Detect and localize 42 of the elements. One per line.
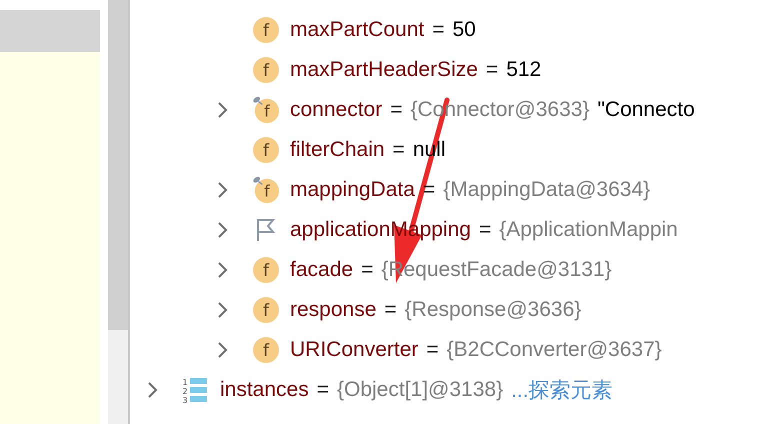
expand-chevron-icon[interactable] [217, 101, 229, 119]
equals-sign: = [426, 338, 439, 362]
object-reference: {Response@3636} [404, 298, 582, 322]
flag-icon [256, 218, 276, 242]
expand-chevron-icon[interactable] [147, 381, 159, 399]
object-reference: {B2CConverter@3637} [446, 338, 662, 362]
field-icon: f [252, 296, 280, 324]
object-reference: {Object[1]@3138} [336, 378, 504, 402]
value-string: "Connecto [597, 98, 695, 122]
variable-name: URIConverter [290, 338, 418, 362]
explore-elements-link[interactable]: ...探索元素 [511, 376, 613, 404]
field-icon: f [252, 256, 280, 284]
variable-value: 50 [452, 18, 476, 42]
field-icon: f [252, 136, 280, 164]
expand-chevron-icon[interactable] [217, 261, 229, 279]
variable-value: 512 [506, 58, 542, 82]
field-icon: f [252, 56, 280, 84]
variable-name: maxPartHeaderSize [290, 58, 478, 82]
variable-name: filterChain [290, 138, 385, 162]
object-reference: {MappingData@3634} [443, 178, 650, 202]
expand-chevron-icon[interactable] [217, 301, 229, 319]
field-icon: f [252, 336, 280, 364]
equals-sign: = [316, 378, 329, 402]
expand-chevron-icon[interactable] [217, 341, 229, 359]
equals-sign: = [486, 58, 498, 82]
variable-name: maxPartCount [290, 18, 424, 42]
variable-name: facade [290, 258, 354, 282]
equals-sign: = [432, 18, 444, 42]
variable-name: instances [220, 378, 309, 402]
equals-sign: = [361, 258, 374, 282]
variable-name: connector [290, 98, 382, 122]
variable-name: response [290, 298, 376, 322]
variable-name: mappingData [290, 178, 415, 202]
expand-chevron-icon[interactable] [217, 181, 229, 199]
field-icon: f [252, 16, 280, 44]
expand-chevron-icon[interactable] [217, 221, 229, 239]
equals-sign: = [392, 138, 405, 162]
scrollbar-thumb[interactable] [108, 0, 128, 330]
equals-sign: = [478, 218, 492, 242]
equals-sign: = [390, 98, 402, 122]
object-reference: {ApplicationMappin [499, 218, 678, 242]
equals-sign: = [384, 298, 397, 322]
